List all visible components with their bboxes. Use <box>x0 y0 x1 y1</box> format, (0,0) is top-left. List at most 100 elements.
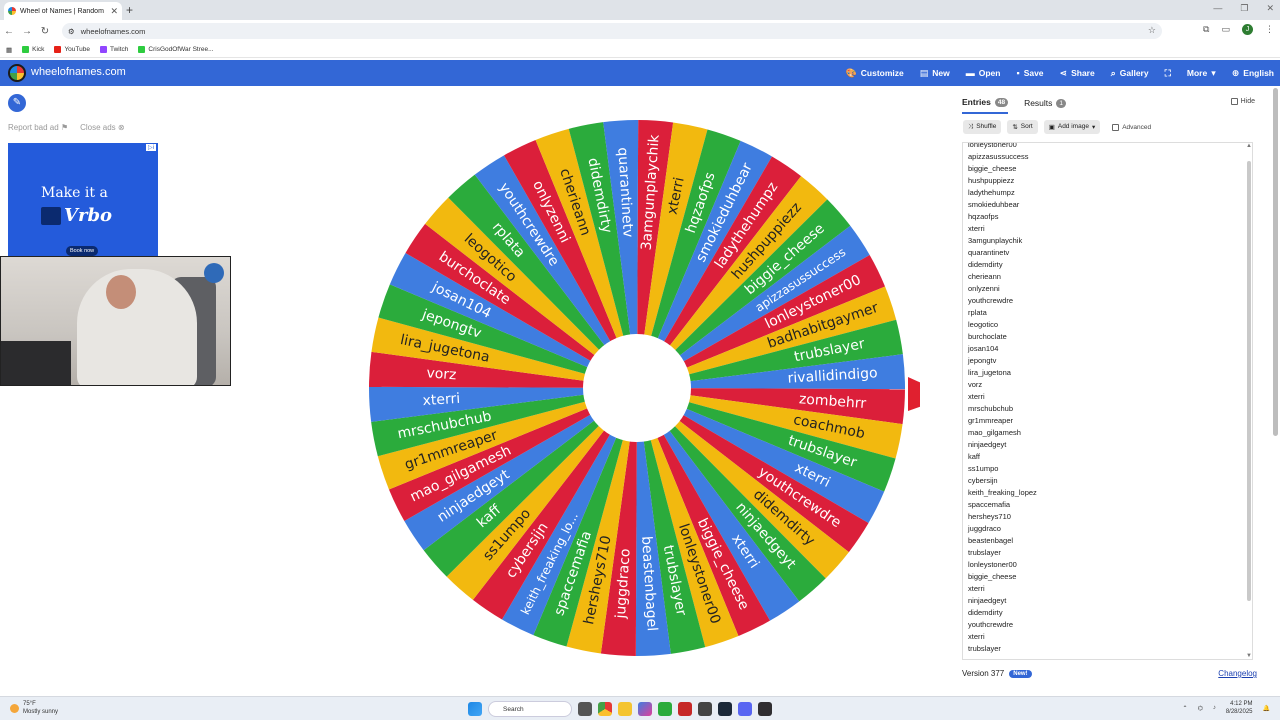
entry-line: smokieduhbear <box>968 200 1020 209</box>
hide-toggle[interactable]: Hide <box>1230 98 1255 105</box>
entry-line: hushpuppiezz <box>968 176 1015 185</box>
name-wheel[interactable]: 3amgunplaychik xterrihqzaofpssmokieduhbea… <box>360 115 920 675</box>
bookmark-youtube[interactable]: YouTube <box>54 46 90 53</box>
extensions-icon[interactable]: ⧉ <box>1203 24 1209 35</box>
more-button[interactable]: More ▾ <box>1187 68 1216 79</box>
network-icon[interactable]: ⌬ <box>1198 705 1203 712</box>
entry-line: lonleystoner00 <box>968 560 1017 569</box>
bookmark-crisgodofwar[interactable]: CrisGodOfWar Stree... <box>138 46 214 53</box>
bookmark-twitch[interactable]: Twitch <box>99 46 128 53</box>
close-circle-icon: ⊗ <box>117 123 125 132</box>
gallery-button[interactable]: ⌕ Gallery <box>1111 68 1149 79</box>
new-tab-icon[interactable]: + <box>126 3 133 17</box>
xbox-icon[interactable] <box>658 702 672 716</box>
discord-icon[interactable] <box>738 702 752 716</box>
weather-widget[interactable]: 75°F Mostly sunny <box>10 700 58 716</box>
new-button[interactable]: ▤ New <box>920 68 950 79</box>
restore-icon[interactable]: ❐ <box>1240 3 1248 14</box>
obs-icon[interactable] <box>758 702 772 716</box>
window-controls: — ❐ ✕ <box>1213 3 1274 14</box>
ad-book-now-button[interactable]: Book now <box>66 246 99 256</box>
profile-avatar[interactable]: J <box>1242 24 1253 35</box>
entry-line: mao_gilgamesh <box>968 428 1021 437</box>
brand-name[interactable]: wheelofnames.com <box>31 66 126 78</box>
changelog-link[interactable]: Changelog <box>1218 669 1257 678</box>
scroll-up-icon[interactable]: ▲ <box>1246 143 1252 149</box>
entry-line: vorz <box>968 380 983 389</box>
site-info-icon[interactable]: ⚙ <box>68 27 75 36</box>
chrome-icon[interactable] <box>598 702 612 716</box>
kick-icon <box>138 46 146 53</box>
add-image-button[interactable]: ▣ Add image ▾ <box>1043 120 1101 134</box>
close-window-icon[interactable]: ✕ <box>1266 3 1274 14</box>
sidebar-icon[interactable]: ▭ <box>1221 24 1230 35</box>
bookmark-star-icon[interactable]: ☆ <box>1148 25 1156 36</box>
hide-checkbox[interactable] <box>1230 98 1238 105</box>
entry-line: apizzasussuccess <box>968 152 1029 161</box>
ad-choices-icon[interactable]: ▷i <box>146 144 156 151</box>
language-button[interactable]: ⊕ English <box>1232 68 1274 79</box>
notification-bell-icon[interactable]: 🔔 <box>1263 705 1270 712</box>
back-icon[interactable]: ← <box>0 26 18 37</box>
windows-start-icon[interactable] <box>468 702 482 716</box>
open-button[interactable]: ▬ Open <box>966 68 1001 78</box>
fullscreen-button[interactable]: ⛶ <box>1165 68 1171 79</box>
close-tab-icon[interactable]: ✕ <box>110 6 118 17</box>
page-scrollbar[interactable] <box>1273 88 1278 436</box>
volume-icon[interactable]: ♪ <box>1213 705 1216 711</box>
entry-line: mrschubchub <box>968 404 1014 413</box>
tab-entries[interactable]: Entries 48 <box>962 92 1009 114</box>
wheel-logo-icon[interactable] <box>8 64 26 82</box>
steam-icon[interactable] <box>718 702 732 716</box>
wheel-favicon-icon <box>8 7 16 15</box>
apps-grid-icon[interactable]: ▦ <box>6 46 12 54</box>
screen: Wheel of Names | Random nam ✕ + — ❐ ✕ ← … <box>0 0 1280 720</box>
taskbar-clock[interactable]: 4:12 PM 8/28/2025 <box>1226 700 1253 716</box>
task-view-icon[interactable] <box>578 702 592 716</box>
new-badge[interactable]: New! <box>1009 669 1032 678</box>
entry-line: lonleystoner00 <box>968 142 1017 149</box>
forward-icon[interactable]: → <box>18 26 36 37</box>
browser-tab[interactable]: Wheel of Names | Random nam ✕ <box>4 2 122 20</box>
advanced-toggle[interactable]: Advanced <box>1112 123 1151 131</box>
customize-button[interactable]: 🎨 Customize <box>846 68 904 79</box>
entry-line: youthcrewdre <box>968 620 1014 629</box>
close-ads-link[interactable]: Close ads ⊗ <box>80 123 125 132</box>
entries-textarea[interactable]: lonleystoner00 apizzasussuccess biggie_che… <box>962 142 1253 660</box>
wheel-area[interactable]: 3amgunplaychik xterri hqzaofps smokieduhbea… <box>360 115 920 675</box>
app-icon[interactable] <box>678 702 692 716</box>
scroll-down-icon[interactable]: ▼ <box>1246 653 1252 659</box>
report-bad-ad-link[interactable]: Report bad ad ⚑ <box>8 123 68 132</box>
entry-line: biggie_cheese <box>968 572 1017 581</box>
share-button[interactable]: ⋖ Share <box>1060 68 1095 79</box>
advertisement[interactable]: ▷i Make it a Vrbo Book now <box>8 143 158 256</box>
sort-button[interactable]: ⇅ Sort <box>1007 120 1038 134</box>
wheel-slice-label: vorz <box>426 365 457 383</box>
calculator-icon[interactable] <box>698 702 712 716</box>
advanced-checkbox[interactable] <box>1112 123 1120 131</box>
copilot-icon[interactable] <box>638 702 652 716</box>
file-explorer-icon[interactable] <box>618 702 632 716</box>
wheel-center[interactable] <box>583 334 691 442</box>
system-tray: ⌃ ⌬ ♪ 4:12 PM 8/28/2025 🔔 <box>1183 700 1270 716</box>
tray-chevron-icon[interactable]: ⌃ <box>1183 705 1188 712</box>
toolbar-actions: ⧉ ▭ J ⋮ <box>1203 24 1274 35</box>
entry-line: didemdirty <box>968 608 1003 617</box>
edit-pencil-button[interactable]: ✎ <box>8 94 26 112</box>
entries-scrollbar[interactable] <box>1247 161 1251 601</box>
taskbar-search[interactable]: Search <box>488 701 572 717</box>
shuffle-button[interactable]: ⤨ Shuffle <box>963 120 1002 134</box>
tab-results[interactable]: Results 1 <box>1024 92 1067 114</box>
entry-line: spaccemafia <box>968 500 1011 509</box>
save-button[interactable]: ▪ Save <box>1016 68 1043 78</box>
webcam-overlay <box>0 256 231 386</box>
reload-icon[interactable]: ↻ <box>36 26 54 37</box>
sort-icon: ⇅ <box>1012 124 1018 131</box>
ad-links: Report bad ad ⚑ Close ads ⊗ <box>8 123 125 132</box>
address-bar[interactable]: ⚙ wheelofnames.com ☆ <box>62 23 1162 39</box>
bookmark-kick[interactable]: Kick <box>22 46 44 53</box>
minimize-icon[interactable]: — <box>1213 3 1222 14</box>
chevron-down-icon: ▾ <box>1211 67 1216 78</box>
windows-taskbar: 75°F Mostly sunny Search ⌃ ⌬ ♪ 4:12 PM 8/2… <box>0 696 1280 720</box>
kebab-menu-icon[interactable]: ⋮ <box>1265 24 1274 35</box>
